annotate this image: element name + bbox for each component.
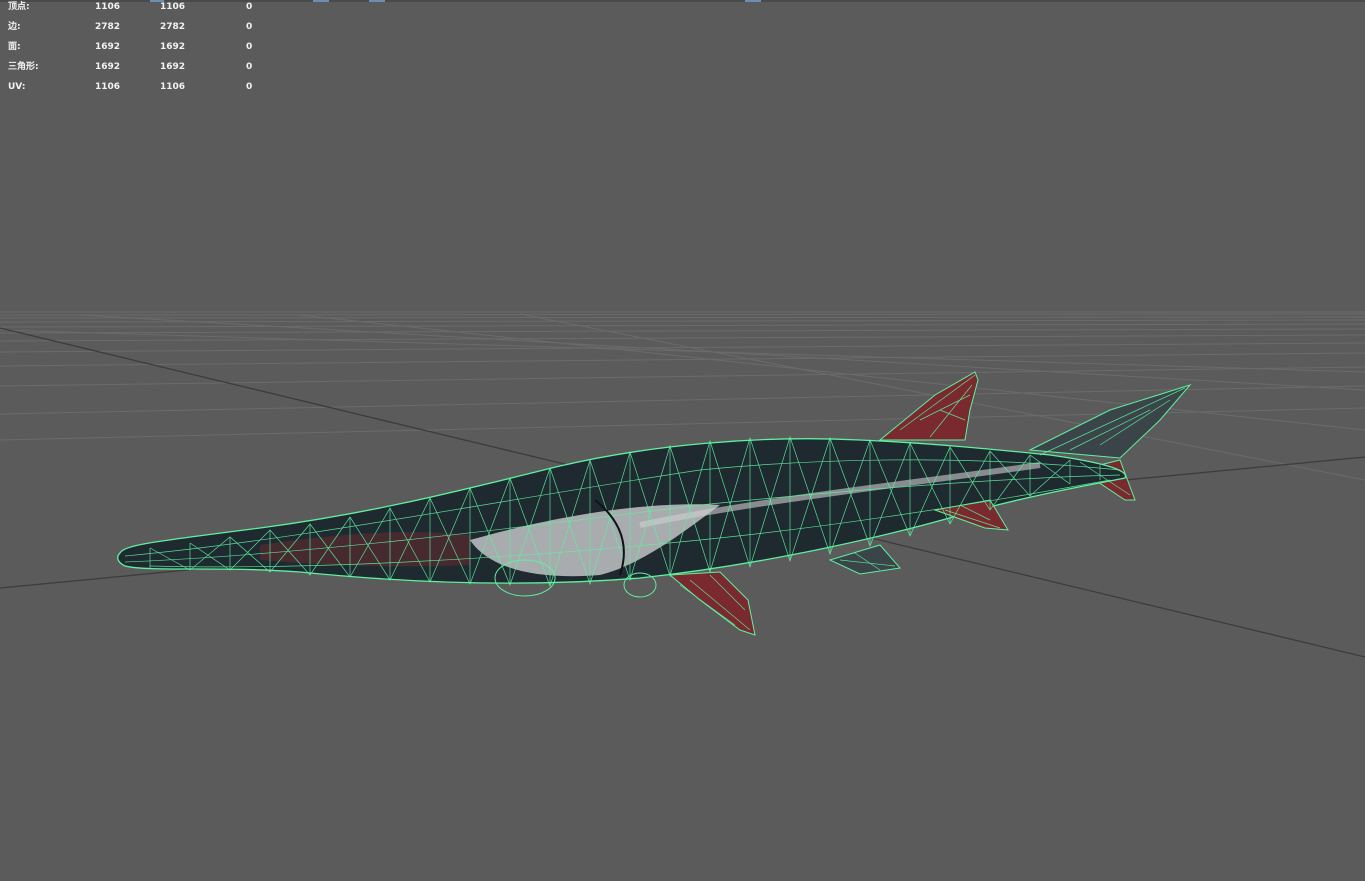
hud-label: 边:: [8, 22, 21, 32]
hud-label: UV:: [8, 82, 26, 92]
hud-row-edges: 边: 2782 2782 0: [0, 20, 270, 40]
hud-value-total: 2782: [95, 22, 121, 32]
dorsal-fin: [878, 371, 979, 441]
hud-value-selected: 1106: [160, 82, 186, 92]
hud-row-faces: 面: 1692 1692 0: [0, 40, 270, 60]
hud-row-uvs: UV: 1106 1106 0: [0, 80, 270, 100]
paddlefish-model[interactable]: [117, 371, 1192, 636]
pectoral-fin: [668, 571, 756, 636]
viewport-scene[interactable]: [0, 0, 1365, 881]
hud-value-other: 0: [246, 2, 253, 12]
hud-row-vertices: 顶点: 1106 1106 0: [0, 0, 270, 20]
hud-value-selected: 1692: [160, 62, 186, 72]
hud-row-triangles: 三角形: 1692 1692 0: [0, 60, 270, 80]
hud-value-total: 1106: [95, 2, 121, 12]
hud-value-selected: 1692: [160, 42, 186, 52]
3d-viewport[interactable]: 顶点: 1106 1106 0 边: 2782 2782 0 面: 1692 1…: [0, 0, 1365, 881]
hud-label: 面:: [8, 42, 21, 52]
hud-value-other: 0: [246, 82, 253, 92]
hud-label: 顶点:: [8, 2, 30, 12]
poly-count-hud: 顶点: 1106 1106 0 边: 2782 2782 0 面: 1692 1…: [0, 0, 270, 100]
hud-value-other: 0: [246, 22, 253, 32]
hud-value-total: 1692: [95, 62, 121, 72]
hud-value-total: 1692: [95, 42, 121, 52]
hud-value-other: 0: [246, 62, 253, 72]
hud-value-total: 1106: [95, 82, 121, 92]
hud-value-selected: 1106: [160, 2, 186, 12]
hud-label: 三角形:: [8, 62, 39, 72]
hud-value-selected: 2782: [160, 22, 186, 32]
hud-value-other: 0: [246, 42, 253, 52]
